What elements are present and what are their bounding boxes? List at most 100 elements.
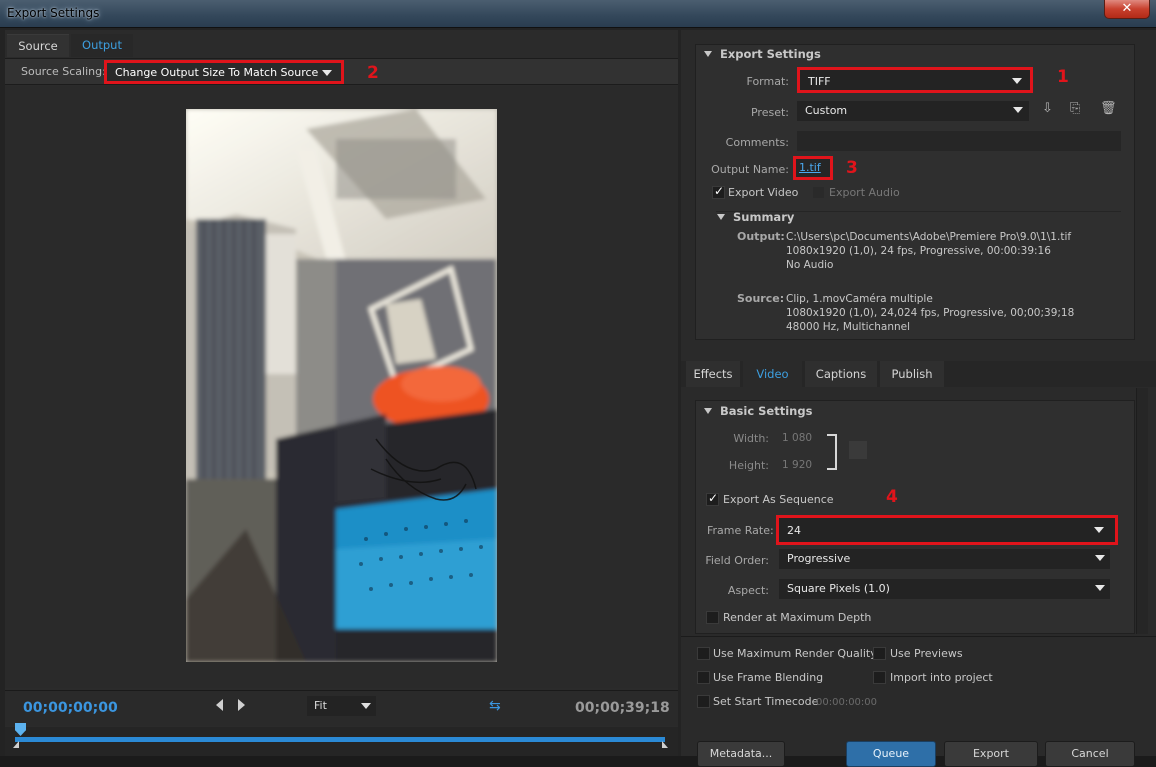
source-scaling-value: Change Output Size To Match Source	[115, 66, 319, 79]
summary-source-line-2: 1080x1920 (1,0), 24,024 fps, Progressive…	[786, 307, 1075, 319]
tab-source[interactable]: Source	[7, 34, 69, 57]
in-point-marker[interactable]	[13, 741, 19, 748]
output-name-label: Output Name:	[711, 163, 789, 176]
preset-value: Custom	[805, 104, 848, 117]
import-into-project-checkbox[interactable]	[873, 671, 886, 684]
summary-source-line-3: 48000 Hz, Multichannel	[786, 321, 911, 333]
aspect-value: Square Pixels (1.0)	[787, 582, 890, 595]
title-bar: Export Settings ✕	[0, 0, 1156, 28]
use-previews-checkbox[interactable]	[873, 647, 886, 660]
export-settings-section: Export Settings Format: TIFF 1 Preset: C…	[695, 44, 1135, 340]
export-video-label: Export Video	[728, 186, 799, 199]
frame-rate-dropdown[interactable]: 24	[776, 515, 1118, 545]
chain-link-icon[interactable]	[849, 441, 867, 459]
set-out-point-icon[interactable]	[238, 699, 245, 711]
tab-output[interactable]: Output	[71, 34, 133, 57]
basic-settings-title: Basic Settings	[720, 404, 813, 418]
playhead-handle[interactable]	[15, 723, 26, 736]
close-button[interactable]: ✕	[1104, 0, 1150, 19]
export-settings-heading[interactable]: Export Settings	[704, 47, 821, 61]
settings-tabs: Effects Video Captions Publish	[681, 361, 1156, 387]
chevron-down-icon	[1013, 107, 1023, 113]
source-scaling-dropdown[interactable]: Change Output Size To Match Source	[104, 60, 344, 84]
start-timecode-value[interactable]: 00:00:00:00	[816, 697, 877, 708]
zoom-dropdown[interactable]: Fit	[307, 696, 376, 716]
basic-settings-heading[interactable]: Basic Settings	[704, 404, 812, 418]
use-max-render-quality-label: Use Maximum Render Quality	[713, 647, 877, 660]
format-dropdown[interactable]: TIFF	[797, 67, 1033, 93]
format-label: Format:	[746, 75, 789, 88]
render-max-depth-checkbox[interactable]	[706, 611, 719, 624]
aspect-label: Aspect:	[727, 584, 769, 597]
export-settings-window: Export Settings ✕ Source Output Source S…	[0, 0, 1156, 767]
video-preview	[5, 86, 678, 688]
export-video-checkbox[interactable]: ✓	[712, 184, 725, 199]
cancel-button[interactable]: Cancel	[1045, 741, 1135, 767]
import-into-project-label: Import into project	[890, 671, 993, 684]
export-button[interactable]: Export	[944, 741, 1038, 767]
delete-preset-icon[interactable]: 🗑	[1100, 101, 1117, 116]
comments-label: Comments:	[725, 136, 789, 149]
import-preset-icon[interactable]: ⎘	[1070, 101, 1080, 116]
field-order-label: Field Order:	[705, 554, 769, 567]
annotation-3: 3	[846, 158, 858, 178]
preview-panel: Source Output Source Scaling: Change Out…	[5, 30, 678, 756]
use-frame-blending-checkbox[interactable]	[697, 671, 710, 684]
save-preset-icon[interactable]: ⇩	[1042, 101, 1053, 116]
annotation-2: 2	[367, 63, 379, 83]
metadata-button[interactable]: Metadata...	[697, 741, 785, 767]
aspect-dropdown[interactable]: Square Pixels (1.0)	[779, 579, 1110, 599]
checkmark-icon: ✓	[714, 184, 725, 198]
width-value[interactable]: 1 080	[782, 432, 812, 444]
collapse-triangle-icon	[704, 51, 712, 57]
chevron-down-icon	[361, 703, 371, 709]
duration-timecode: 00;00;39;18	[575, 700, 670, 716]
zoom-value: Fit	[314, 699, 327, 712]
tab-publish[interactable]: Publish	[880, 361, 944, 387]
output-name-value: 1.tif	[799, 161, 821, 174]
annotation-1: 1	[1057, 67, 1069, 87]
out-point-marker[interactable]	[662, 741, 668, 748]
link-bracket	[827, 434, 837, 470]
output-name-field[interactable]: 1.tif	[793, 156, 833, 180]
use-frame-blending-label: Use Frame Blending	[713, 671, 824, 684]
height-value[interactable]: 1 920	[782, 459, 812, 471]
chevron-down-icon	[1095, 585, 1105, 591]
tab-effects[interactable]: Effects	[686, 361, 740, 387]
settings-scrollbar[interactable]	[1136, 388, 1148, 634]
timeline-track[interactable]	[15, 737, 665, 742]
export-as-sequence-checkbox[interactable]: ✓	[706, 491, 719, 506]
preview-photo	[186, 109, 497, 662]
summary-output-line-1: C:\Users\pc\Documents\Adobe\Premiere Pro…	[786, 231, 1072, 243]
comments-field[interactable]	[797, 131, 1121, 151]
format-value: TIFF	[808, 75, 831, 88]
summary-output-label: Output:	[737, 230, 785, 243]
annotation-4: 4	[886, 487, 898, 507]
height-label: Height:	[728, 459, 769, 472]
use-max-render-quality-checkbox[interactable]	[697, 647, 710, 660]
scrubber-bar[interactable]	[5, 723, 678, 756]
chevron-down-icon	[1095, 555, 1105, 561]
preset-dropdown[interactable]: Custom	[797, 101, 1029, 121]
export-audio-checkbox[interactable]	[812, 186, 825, 199]
set-start-timecode-label: Set Start Timecode	[713, 695, 819, 708]
settings-panel: Export Settings Format: TIFF 1 Preset: C…	[681, 30, 1156, 767]
chevron-down-icon	[1094, 527, 1104, 533]
preset-label: Preset:	[750, 106, 789, 119]
tab-video[interactable]: Video	[743, 361, 802, 387]
frame-rate-label: Frame Rate:	[707, 524, 774, 537]
tab-captions[interactable]: Captions	[805, 361, 877, 387]
current-timecode[interactable]: 00;00;00;00	[23, 700, 118, 716]
field-order-dropdown[interactable]: Progressive	[779, 549, 1110, 569]
summary-heading[interactable]: Summary	[717, 210, 794, 224]
aspect-toggle-icon[interactable]: ⇆	[489, 698, 501, 714]
set-start-timecode-checkbox[interactable]	[697, 695, 710, 708]
set-in-point-icon[interactable]	[216, 699, 223, 711]
collapse-triangle-icon	[717, 214, 725, 220]
queue-button[interactable]: Queue	[846, 741, 936, 767]
checkmark-icon: ✓	[708, 491, 719, 505]
timeline-controls: 00;00;00;00 Fit ⇆ 00;00;39;18	[5, 690, 678, 726]
summary-output-line-2: 1080x1920 (1,0), 24 fps, Progressive, 00…	[786, 245, 1051, 257]
use-previews-label: Use Previews	[890, 647, 963, 660]
chevron-down-icon	[322, 70, 332, 76]
